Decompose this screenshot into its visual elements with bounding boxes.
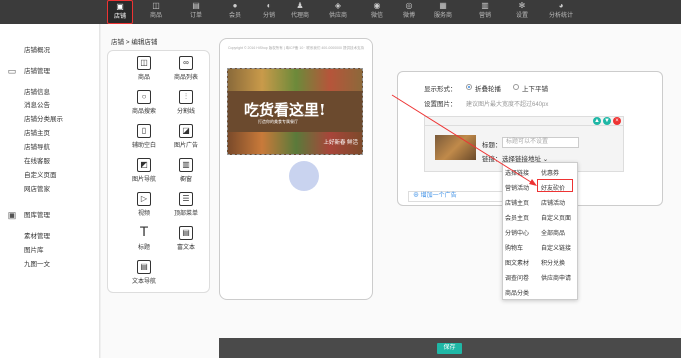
save-button[interactable]: 保存	[437, 343, 462, 354]
annotation-arrow	[391, 94, 537, 186]
